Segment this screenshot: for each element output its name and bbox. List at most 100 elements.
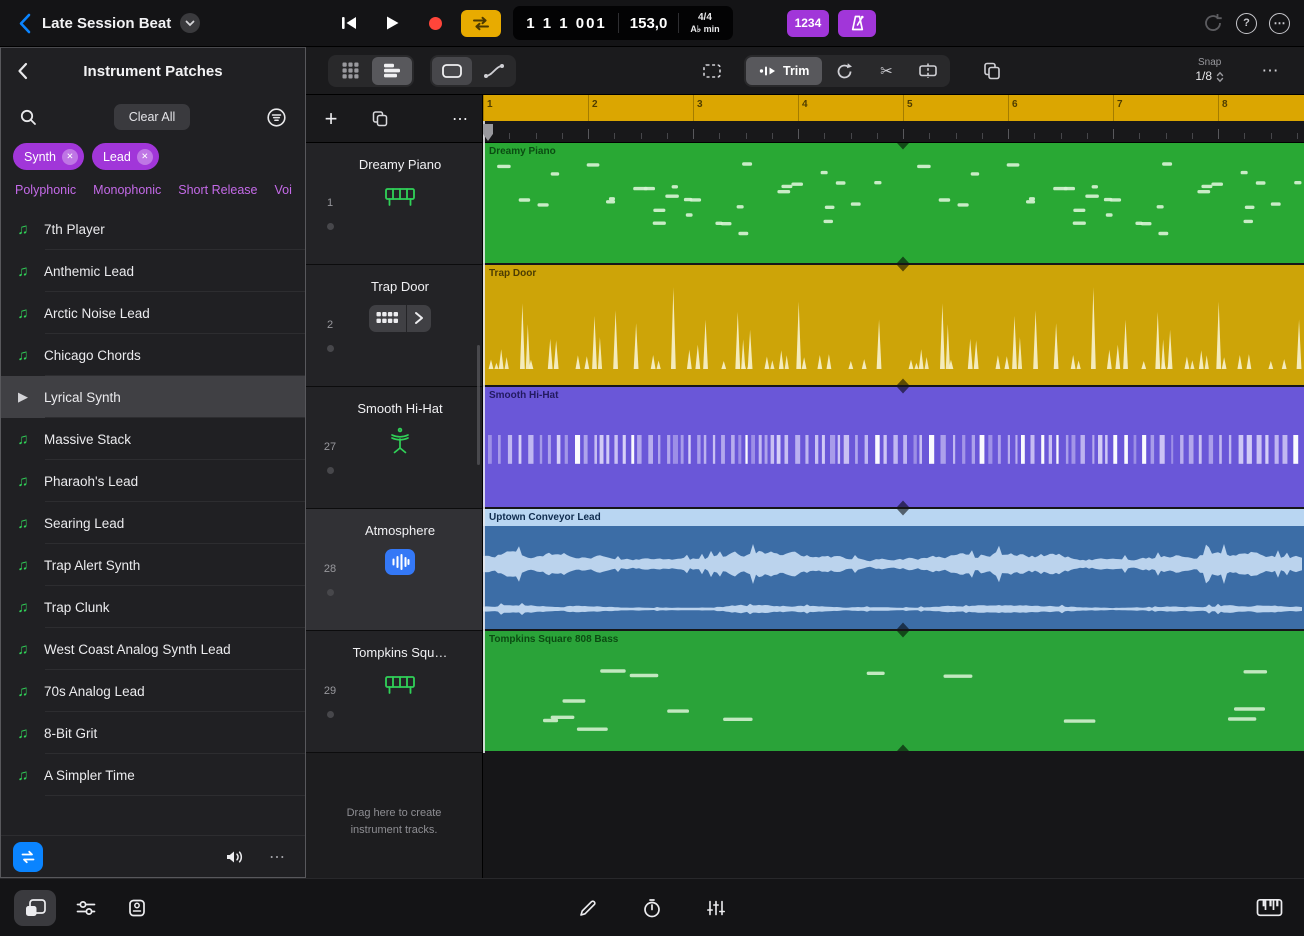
filter-category[interactable]: Short Release xyxy=(178,183,257,197)
region[interactable]: Trap Door xyxy=(483,265,1304,385)
playhead-handle[interactable] xyxy=(483,124,493,141)
track-header[interactable]: 2 Trap Door xyxy=(306,265,482,387)
patch-list-item[interactable]: ♫ 7th Player xyxy=(1,208,305,250)
split-tool-button[interactable]: ✂ xyxy=(866,57,906,85)
help-button[interactable]: ? xyxy=(1236,12,1257,34)
track-status-dot xyxy=(327,467,334,474)
filter-tag[interactable]: Lead ✕ xyxy=(91,143,159,170)
remove-tag-icon[interactable]: ✕ xyxy=(136,148,153,165)
marquee-tool-button[interactable] xyxy=(432,56,472,85)
project-title[interactable]: Late Session Beat xyxy=(42,15,171,32)
patch-list-item[interactable]: ♫ Anthemic Lead xyxy=(1,250,305,292)
count-in-button[interactable]: 1234 xyxy=(786,9,830,37)
track-lane[interactable]: Smooth Hi-Hat xyxy=(483,387,1304,509)
region[interactable]: Smooth Hi-Hat xyxy=(483,387,1304,507)
patch-list-item[interactable]: ♫ West Coast Analog Synth Lead xyxy=(1,628,305,670)
track-header[interactable]: 28 Atmosphere xyxy=(306,509,482,631)
levels-button[interactable] xyxy=(695,890,737,926)
browser-back-button[interactable] xyxy=(9,48,35,94)
track-lane[interactable]: Dreamy Piano xyxy=(483,143,1304,265)
patch-list-item[interactable]: ♫ Trap Clunk xyxy=(1,586,305,628)
tempo-metronome-button[interactable] xyxy=(631,890,673,926)
snap-control[interactable]: Snap 1/8 xyxy=(1195,57,1224,85)
record-icon xyxy=(428,16,442,30)
project-title-menu-button[interactable] xyxy=(180,13,201,33)
beat-ruler[interactable] xyxy=(483,121,1304,143)
metronome-button[interactable] xyxy=(838,9,877,37)
divide-tool-button[interactable] xyxy=(908,57,948,85)
track-header[interactable]: 29 Tompkins Squ… xyxy=(306,631,482,753)
preview-volume-button[interactable] xyxy=(219,842,251,872)
browser-more-button[interactable]: ⋯ xyxy=(261,842,293,872)
track-icon[interactable] xyxy=(348,303,452,333)
track-icon[interactable] xyxy=(348,181,452,211)
go-to-beginning-button[interactable] xyxy=(332,9,366,37)
more-options-button[interactable]: ⋯ xyxy=(1269,12,1290,34)
patch-list-item[interactable]: ♫ 70s Analog Lead xyxy=(1,670,305,712)
filter-category[interactable]: Voi xyxy=(274,183,291,197)
back-chevron-icon[interactable] xyxy=(14,9,34,37)
expand-track-button[interactable] xyxy=(406,304,431,332)
clear-all-button[interactable]: Clear All xyxy=(113,104,191,130)
trim-tool-button[interactable]: Trim xyxy=(746,56,823,85)
filter-category[interactable]: Polyphonic xyxy=(15,183,76,197)
region[interactable]: Tompkins Square 808 Bass xyxy=(483,631,1304,751)
transform-tool-button[interactable] xyxy=(692,57,732,85)
beat-tick xyxy=(588,129,589,139)
patch-list-item[interactable]: ♫ Chicago Chords xyxy=(1,334,305,376)
track-lane[interactable]: Tompkins Square 808 Bass xyxy=(483,631,1304,753)
filter-button[interactable] xyxy=(263,102,291,132)
track-icon[interactable] xyxy=(348,669,452,699)
patch-list-item[interactable]: ♫ A Simpler Time xyxy=(1,754,305,796)
patch-list-item[interactable]: ▶ Lyrical Synth xyxy=(1,376,305,418)
play-button[interactable] xyxy=(375,9,409,37)
patch-list-item[interactable]: ♫ Trap Alert Synth xyxy=(1,544,305,586)
record-button[interactable] xyxy=(418,9,452,37)
filter-category[interactable]: Monophonic xyxy=(93,183,161,197)
duplicate-track-button[interactable] xyxy=(368,104,392,134)
region-label: Dreamy Piano xyxy=(489,146,556,157)
track-lane[interactable]: Uptown Conveyor Lead xyxy=(483,509,1304,631)
track-icon[interactable] xyxy=(348,425,452,455)
toolbar-more-button[interactable]: ⋯ xyxy=(1250,57,1290,85)
track-icon[interactable] xyxy=(348,547,452,577)
beat-tick xyxy=(640,133,642,139)
tracks-scrollbar[interactable] xyxy=(477,345,480,465)
bar-line xyxy=(1218,95,1219,121)
history-button[interactable] xyxy=(1202,12,1224,34)
remove-tag-icon[interactable]: ✕ xyxy=(61,148,78,165)
region[interactable]: Dreamy Piano xyxy=(483,143,1304,263)
patch-list-item[interactable]: ♫ Pharaoh's Lead xyxy=(1,460,305,502)
timeline[interactable]: 1 2 3 4 5 6 7 8 Dreamy Piano Trap Door Smooth H… xyxy=(483,95,1304,878)
copy-tool-button[interactable] xyxy=(972,57,1012,85)
bar-ruler[interactable]: 1 2 3 4 5 6 7 8 xyxy=(483,95,1304,121)
automation-tool-button[interactable] xyxy=(474,57,514,85)
track-lane[interactable]: Trap Door xyxy=(483,265,1304,387)
patch-list-item[interactable]: ♫ Massive Stack xyxy=(1,418,305,460)
patch-list-item[interactable]: ♫ 8-Bit Grit xyxy=(1,712,305,754)
add-track-button[interactable]: + xyxy=(320,104,342,134)
track-icon-button[interactable] xyxy=(385,549,415,575)
plugins-button[interactable] xyxy=(116,890,158,926)
track-header[interactable]: 1 Dreamy Piano xyxy=(306,143,482,265)
plugin-icon xyxy=(129,899,145,916)
tracks-view-button[interactable] xyxy=(372,56,412,85)
track-header[interactable]: 27 Smooth Hi-Hat xyxy=(306,387,482,509)
track-icon-button[interactable] xyxy=(369,304,431,332)
browser-toggle-button[interactable] xyxy=(14,889,56,926)
patch-replace-button[interactable] xyxy=(13,841,43,872)
mixer-button[interactable] xyxy=(65,890,107,926)
region[interactable]: Uptown Conveyor Lead xyxy=(483,509,1304,629)
patch-list-item[interactable]: ♫ Searing Lead xyxy=(1,502,305,544)
track-options-button[interactable]: ⋯ xyxy=(452,109,468,129)
cycle-button[interactable] xyxy=(461,9,502,37)
search-button[interactable] xyxy=(15,102,41,132)
pencil-tool-button[interactable] xyxy=(567,890,609,926)
grid-view-button[interactable] xyxy=(330,57,370,85)
patch-list-item[interactable]: ♫ Arctic Noise Lead xyxy=(1,292,305,334)
filter-tag[interactable]: Synth ✕ xyxy=(13,143,84,170)
piano-keyboard-button[interactable] xyxy=(1248,890,1290,926)
drum-pads-icon xyxy=(376,311,398,323)
loop-tool-button[interactable] xyxy=(824,57,864,85)
lcd-display[interactable]: 1 1 1 001 153,0 4/4 A♭ min xyxy=(513,6,733,40)
